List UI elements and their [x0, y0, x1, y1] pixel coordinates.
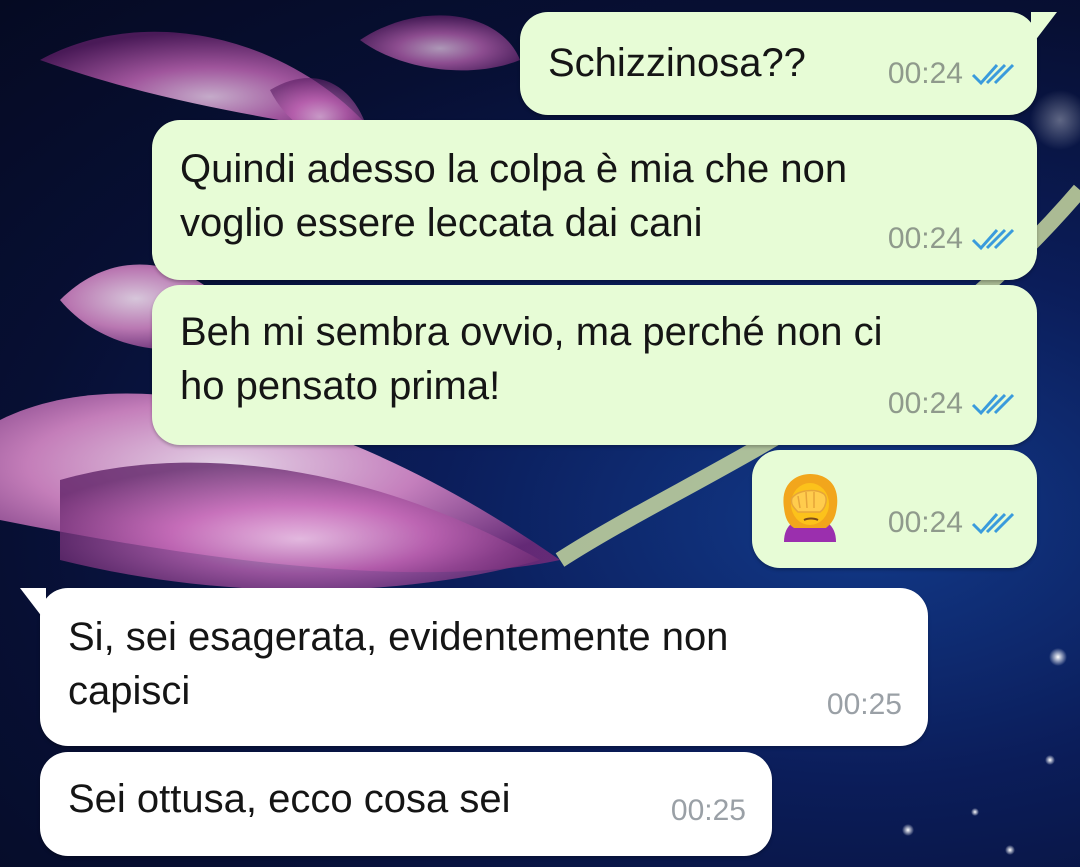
message-meta: 00:24	[888, 47, 1015, 101]
message-bubble-incoming[interactable]: Si, sei esagerata, evidentemente non cap…	[20, 588, 928, 746]
read-double-tick-icon	[971, 61, 1015, 87]
message-meta: 00:24	[888, 496, 1015, 550]
message-time: 00:24	[887, 57, 963, 90]
bubble-tail	[20, 588, 46, 622]
message-bubble-incoming[interactable]: Sei ottusa, ecco cosa sei 00:25	[40, 752, 772, 856]
message-text: Beh mi sembra ovvio, ma perché non ci ho…	[180, 310, 883, 408]
message-meta: 00:25	[671, 784, 746, 838]
read-double-tick-icon	[971, 391, 1015, 417]
woman-facepalming-emoji	[783, 474, 838, 542]
read-double-tick-icon	[971, 226, 1015, 252]
message-time: 00:24	[887, 506, 963, 539]
message-time: 00:24	[887, 387, 963, 420]
message-text: Sei ottusa, ecco cosa sei	[68, 777, 511, 821]
message-bubble-outgoing[interactable]: Schizzinosa?? 00:24	[520, 12, 1057, 115]
read-double-tick-icon	[971, 510, 1015, 536]
message-time: 00:25	[670, 794, 746, 827]
message-text: Quindi adesso la colpa è mia che non vog…	[180, 147, 848, 245]
message-bubble-outgoing[interactable]: Beh mi sembra ovvio, ma perché non ci ho…	[152, 285, 1037, 445]
message-bubble-outgoing[interactable]: 00:24	[752, 450, 1037, 568]
message-meta: 00:24	[888, 377, 1015, 431]
message-text: Schizzinosa??	[548, 41, 806, 85]
message-text: Si, sei esagerata, evidentemente non cap…	[68, 615, 729, 713]
message-meta: 00:25	[827, 678, 902, 732]
message-time: 00:24	[887, 222, 963, 255]
message-bubble-outgoing[interactable]: Quindi adesso la colpa è mia che non vog…	[152, 120, 1037, 280]
message-meta: 00:24	[888, 212, 1015, 266]
message-time: 00:25	[826, 688, 902, 721]
bubble-tail	[1031, 12, 1057, 46]
